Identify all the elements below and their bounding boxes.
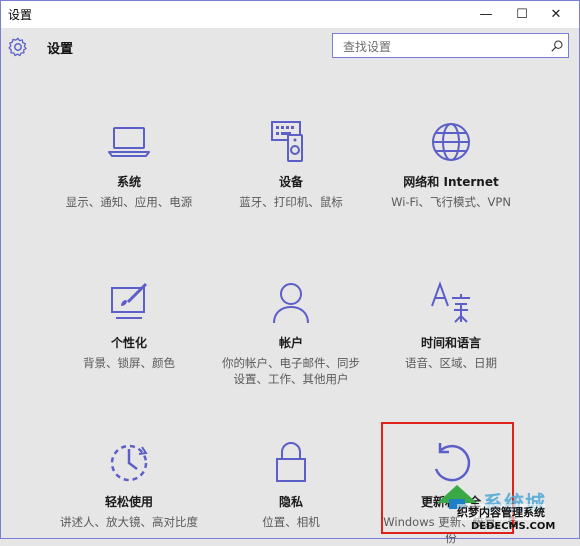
tile-network[interactable]: 网络和 Internet Wi-Fi、飞行模式、VPN bbox=[371, 119, 531, 210]
watermark-url: DEDECMS.COM bbox=[471, 521, 556, 532]
paint-icon bbox=[111, 282, 148, 319]
tile-personalization[interactable]: 个性化 背景、锁屏、颜色 bbox=[49, 280, 209, 371]
tile-description: Wi-Fi、飞行模式、VPN bbox=[391, 195, 511, 209]
tile-description: 显示、通知、应用、电源 bbox=[65, 195, 193, 209]
settings-header: 设置 bbox=[1, 28, 579, 68]
tile-name: 帐户 bbox=[278, 336, 303, 350]
title-bar[interactable]: 设置 — ☐ ✕ bbox=[1, 1, 579, 28]
tile-accounts[interactable]: 帐户 你的帐户、电子邮件、同步设置、工作、其他用户 bbox=[211, 280, 371, 387]
lock-icon bbox=[276, 442, 306, 482]
search-icon[interactable] bbox=[550, 39, 564, 53]
tile-description: 语音、区域、日期 bbox=[405, 356, 497, 370]
tile-privacy[interactable]: 隐私 位置、相机 bbox=[211, 439, 371, 530]
tile-name: 系统 bbox=[116, 175, 141, 189]
tile-description: 位置、相机 bbox=[262, 515, 320, 529]
tile-time-language[interactable]: 时间和语言 语音、区域、日期 bbox=[371, 280, 531, 371]
globe-icon bbox=[432, 123, 470, 161]
tile-name: 个性化 bbox=[110, 336, 147, 350]
close-icon: ✕ bbox=[550, 7, 562, 22]
page-title: 设置 bbox=[47, 42, 74, 57]
settings-window: 设置 — ☐ ✕ 设置 系统 显示、通知、应用、电源 bbox=[0, 0, 580, 545]
devices-icon bbox=[271, 121, 303, 162]
tile-devices[interactable]: 设备 蓝牙、打印机、鼠标 bbox=[211, 119, 371, 210]
tile-name: 轻松使用 bbox=[104, 495, 153, 509]
tile-description: 你的帐户、电子邮件、同步设置、工作、其他用户 bbox=[222, 356, 360, 386]
tile-name: 设备 bbox=[278, 175, 303, 189]
search-box[interactable] bbox=[332, 33, 569, 58]
laptop-icon bbox=[108, 127, 150, 157]
time-language-icon bbox=[431, 281, 470, 323]
tile-name: 隐私 bbox=[278, 495, 303, 509]
tile-description: 背景、锁屏、颜色 bbox=[83, 356, 175, 370]
person-icon bbox=[273, 283, 309, 324]
maximize-icon: ☐ bbox=[516, 7, 528, 22]
tile-ease-of-access[interactable]: 轻松使用 讲述人、放大镜、高对比度 bbox=[49, 439, 209, 530]
tile-system[interactable]: 系统 显示、通知、应用、电源 bbox=[49, 119, 209, 210]
gear-icon bbox=[8, 37, 27, 57]
watermark-sub: 织梦内容管理系统 bbox=[457, 504, 545, 520]
search-input[interactable] bbox=[341, 37, 545, 56]
tile-description: 蓝牙、打印机、鼠标 bbox=[239, 195, 343, 209]
ease-of-access-icon bbox=[110, 444, 148, 482]
tile-name: 网络和 Internet bbox=[403, 175, 499, 189]
tile-description: 讲述人、放大镜、高对比度 bbox=[60, 515, 198, 529]
tile-name: 时间和语言 bbox=[420, 336, 481, 350]
refresh-icon bbox=[434, 443, 471, 482]
minimize-icon: — bbox=[479, 7, 493, 22]
window-title: 设置 bbox=[8, 8, 33, 22]
close-button[interactable]: ✕ bbox=[533, 1, 579, 28]
